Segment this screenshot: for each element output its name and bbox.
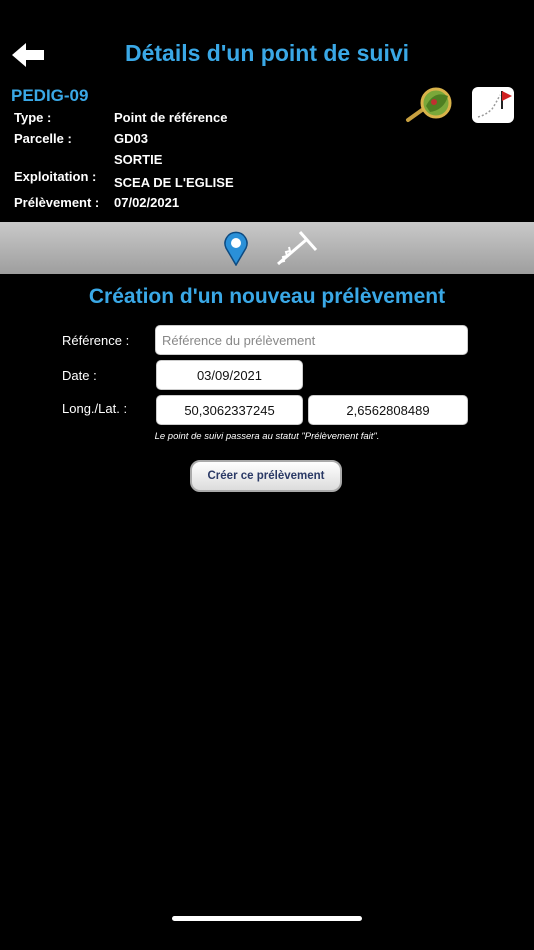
info-row-parcelle: Parcelle : GD03 [14, 131, 234, 152]
exploitation-value: SCEA DE L'EGLISE [114, 175, 234, 190]
info-row-prelevement: Prélèvement : 07/02/2021 [14, 195, 234, 210]
info-row-sortie: SORTIE [14, 152, 234, 170]
auger-icon [277, 231, 318, 266]
reference-label: Référence : [62, 333, 130, 348]
info-row-type: Type : Point de référence [14, 110, 234, 131]
header: Détails d'un point de suivi [0, 0, 534, 82]
coords-label: Long./Lat. : [62, 401, 128, 416]
sampling-tab[interactable] [276, 230, 318, 266]
point-info: Type : Point de référence Parcelle : GD0… [14, 110, 234, 210]
parcelle-value: GD03 [114, 131, 148, 146]
flag-icon [477, 91, 512, 118]
parcelle-label: Parcelle : [14, 131, 72, 146]
magnifier-leaf-icon [406, 87, 452, 122]
flag-button[interactable] [472, 87, 514, 123]
latitude-input[interactable] [308, 395, 468, 425]
prelevement-value: 07/02/2021 [114, 195, 180, 210]
reference-input[interactable] [155, 325, 468, 355]
page-title: Détails d'un point de suivi [124, 40, 410, 66]
point-actions [404, 86, 514, 124]
status-note: Le point de suivi passera au statut "Pré… [154, 431, 380, 442]
sortie-value: SORTIE [114, 152, 163, 167]
date-label: Date : [62, 368, 97, 383]
prelevement-label: Prélèvement : [14, 195, 100, 210]
point-code: PEDIG-09 [11, 86, 89, 105]
exploitation-label: Exploitation : [14, 169, 97, 184]
home-indicator[interactable] [172, 916, 362, 921]
info-row-exploitation: Exploitation : SCEA DE L'EGLISE [14, 170, 234, 195]
form-title: Création d'un nouveau prélèvement [88, 285, 446, 308]
toolbar [0, 222, 534, 274]
create-sample-button[interactable]: Créer ce prélèvement [190, 460, 342, 492]
map-pin-icon [224, 231, 248, 267]
type-value: Point de référence [114, 110, 228, 125]
date-input[interactable] [156, 360, 303, 390]
inspect-button[interactable] [404, 86, 460, 124]
longitude-input[interactable] [156, 395, 303, 425]
type-label: Type : [14, 110, 52, 125]
location-tab[interactable] [218, 230, 254, 267]
